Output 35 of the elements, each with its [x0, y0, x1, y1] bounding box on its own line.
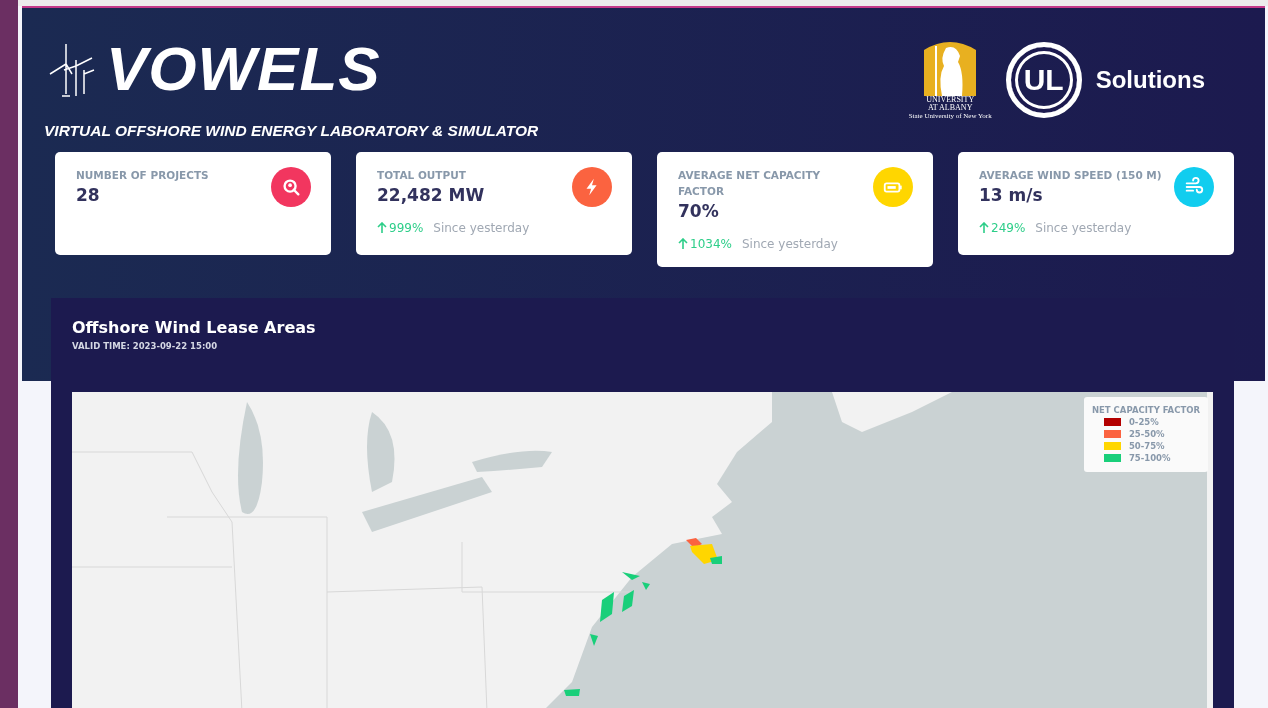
- wind-icon: [1185, 176, 1204, 194]
- stat-label: NUMBER OF PROJECTS: [76, 168, 209, 183]
- map-title: Offshore Wind Lease Areas: [72, 318, 317, 337]
- stat-label: TOTAL OUTPUT: [377, 168, 467, 183]
- app-title: VOWELS: [106, 38, 381, 100]
- stat-value: 13 m/s: [979, 185, 1044, 205]
- search-icon: [283, 179, 300, 196]
- university-location: AT ALBANY: [927, 104, 973, 113]
- stat-value: 22,482 MW: [377, 185, 486, 205]
- legend-label: 50-75%: [1128, 441, 1165, 451]
- valid-time: VALID TIME: 2023-09-22 15:00: [72, 341, 219, 351]
- statue-logo-icon: [924, 40, 977, 96]
- stat-note: Since yesterday: [1035, 221, 1132, 235]
- lightning-icon: [586, 178, 597, 196]
- arrow-up-icon: [979, 222, 989, 234]
- legend-label: 25-50%: [1128, 429, 1165, 439]
- stat-label: AVERAGE WIND SPEED (150 M): [979, 168, 1162, 183]
- app-subtitle: VIRTUAL OFFSHORE WIND ENERGY LABORATORY & SIMULATOR: [44, 122, 539, 140]
- stat-label: AVERAGE NET CAPACITY FACTOR: [678, 168, 822, 199]
- university-name: UNIVERSITY: [926, 96, 975, 104]
- stat-note: Since yesterday: [433, 221, 530, 235]
- legend-title: NET CAPACITY FACTOR: [1091, 405, 1200, 415]
- arrow-up-icon: [377, 222, 387, 234]
- legend-label: 0-25%: [1128, 417, 1159, 427]
- arrow-up-icon: [678, 238, 688, 250]
- stat-change: 999%: [377, 221, 424, 235]
- stat-value: 28: [76, 185, 101, 205]
- partner-name: Solutions: [1095, 66, 1205, 95]
- stat-change: 1034%: [678, 237, 732, 251]
- stat-change: 249%: [979, 221, 1026, 235]
- battery-icon: [883, 182, 902, 193]
- ul-logo: UL: [1005, 42, 1082, 119]
- stat-value: 70%: [678, 201, 720, 221]
- legend-label: 75-100%: [1128, 453, 1171, 463]
- stat-note: Since yesterday: [741, 237, 838, 251]
